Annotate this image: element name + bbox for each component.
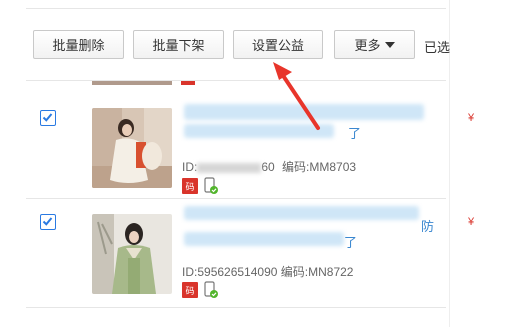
annotation-arrow-icon [273,62,320,130]
